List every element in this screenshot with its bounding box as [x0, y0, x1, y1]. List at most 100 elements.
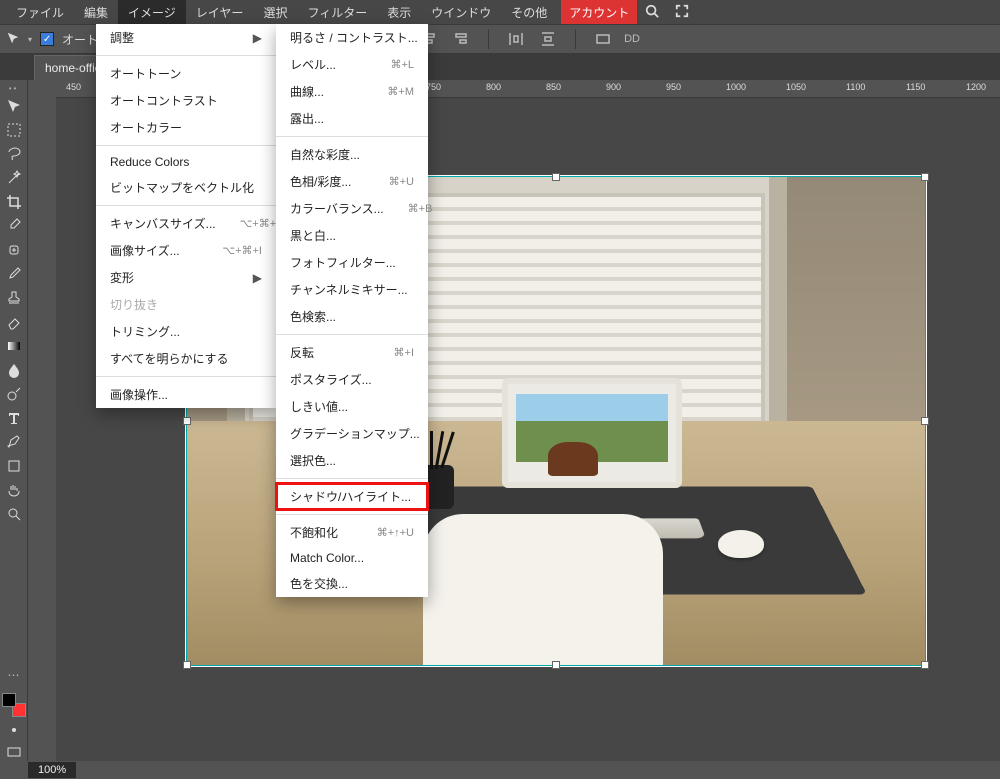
eyedropper-tool[interactable] [2, 214, 26, 238]
menu-item[interactable]: フォトフィルター... [276, 249, 428, 276]
menu-item[interactable]: 調整▶ [96, 24, 276, 51]
menu-item[interactable]: 露出... [276, 105, 428, 132]
distribute-v-icon[interactable] [537, 28, 559, 50]
move-tool[interactable] [2, 94, 26, 118]
menu-window[interactable]: ウインドウ [421, 0, 501, 25]
menu-item: 切り抜き [96, 291, 276, 318]
menu-item[interactable]: 反転⌘+I [276, 339, 428, 366]
vertical-ruler [28, 80, 56, 761]
search-icon[interactable] [637, 0, 667, 25]
menu-item[interactable]: チャンネルミキサー... [276, 276, 428, 303]
eraser-tool[interactable] [2, 310, 26, 334]
transform-handle[interactable] [552, 661, 560, 669]
menu-item[interactable]: すべてを明らかにする [96, 345, 276, 372]
transform-handle[interactable] [921, 173, 929, 181]
menu-item[interactable]: オートトーン [96, 60, 276, 87]
foreground-color-swatch[interactable] [2, 693, 16, 707]
menu-account[interactable]: アカウント [561, 0, 637, 25]
menu-file[interactable]: ファイル [6, 0, 74, 25]
menu-image[interactable]: イメージ [118, 0, 186, 25]
menu-item[interactable]: Reduce Colors [96, 150, 276, 174]
dimensions-icon[interactable] [592, 28, 614, 50]
transform-handle[interactable] [921, 417, 929, 425]
distribute-h-icon[interactable] [505, 28, 527, 50]
transform-handle[interactable] [552, 173, 560, 181]
menu-item[interactable]: 曲線...⌘+M [276, 78, 428, 105]
menu-view[interactable]: 表示 [377, 0, 421, 25]
menu-item[interactable]: オートカラー [96, 114, 276, 141]
menu-item[interactable]: 画像操作... [96, 381, 276, 408]
menu-edit[interactable]: 編集 [74, 0, 118, 25]
menu-layer[interactable]: レイヤー [186, 0, 254, 25]
menu-item[interactable]: しきい値... [276, 393, 428, 420]
color-swatches[interactable] [2, 693, 26, 717]
separator [488, 29, 489, 49]
menu-item[interactable]: 自然な彩度... [276, 141, 428, 168]
dimensions-readout: DD [624, 33, 640, 45]
menu-item[interactable]: 明るさ / コントラスト... [276, 24, 428, 51]
blur-tool[interactable] [2, 358, 26, 382]
menu-select[interactable]: 選択 [253, 0, 297, 25]
wand-tool[interactable] [2, 166, 26, 190]
gradient-tool[interactable] [2, 334, 26, 358]
ruler-label: 1200 [966, 82, 986, 92]
menu-item[interactable]: 画像サイズ...⌥+⌘+I [96, 237, 276, 264]
ruler-label: 850 [546, 82, 561, 92]
quick-mask-toggle[interactable] [2, 721, 26, 739]
transform-handle[interactable] [183, 661, 191, 669]
menu-item[interactable]: カラーバランス...⌘+B [276, 195, 428, 222]
align-right-icon[interactable] [450, 28, 472, 50]
menu-item[interactable]: 不飽和化⌘+↑+U [276, 519, 428, 546]
status-bar: 100% [0, 761, 1000, 779]
transform-handle[interactable] [183, 417, 191, 425]
more-tools-icon[interactable]: ⋯ [2, 663, 26, 687]
ruler-label: 1000 [726, 82, 746, 92]
type-tool[interactable] [2, 406, 26, 430]
auto-select-checkbox[interactable]: ✓ [40, 32, 54, 46]
menu-item[interactable]: オートコントラスト [96, 87, 276, 114]
menu-item-shadow-highlight[interactable]: シャドウ/ハイライト... [276, 483, 428, 510]
rect-select-tool[interactable] [2, 118, 26, 142]
heal-tool[interactable] [2, 238, 26, 262]
brush-tool[interactable] [2, 262, 26, 286]
crop-tool[interactable] [2, 190, 26, 214]
zoom-tool[interactable] [2, 502, 26, 526]
menu-item[interactable]: 選択色... [276, 447, 428, 474]
ruler-label: 800 [486, 82, 501, 92]
menu-item[interactable]: 色を交換... [276, 570, 428, 597]
menu-item[interactable]: トリミング... [96, 318, 276, 345]
menu-item[interactable]: 変形▶ [96, 264, 276, 291]
menu-item[interactable]: Match Color... [276, 546, 428, 570]
menu-item[interactable]: ポスタライズ... [276, 366, 428, 393]
shape-tool[interactable] [2, 454, 26, 478]
move-tool-icon [6, 31, 20, 48]
fullscreen-icon[interactable] [667, 0, 697, 25]
zoom-readout[interactable]: 100% [28, 762, 76, 778]
menu-item[interactable]: ビットマップをベクトル化 [96, 174, 276, 201]
dodge-tool[interactable] [2, 382, 26, 406]
menu-item[interactable]: 色相/彩度...⌘+U [276, 168, 428, 195]
menu-image-dropdown: 調整▶ オートトーンオートコントラストオートカラー Reduce Colorsビット… [96, 24, 276, 408]
separator [575, 29, 576, 49]
transform-handle[interactable] [921, 661, 929, 669]
screen-mode-toggle[interactable] [2, 743, 26, 761]
menu-other[interactable]: その他 [501, 0, 557, 25]
menu-item[interactable]: 色検索... [276, 303, 428, 330]
menu-adjustments-submenu: 明るさ / コントラスト...レベル...⌘+L曲線...⌘+M露出... 自然な… [276, 24, 428, 597]
ruler-label: 750 [426, 82, 441, 92]
menu-item[interactable]: 黒と白... [276, 222, 428, 249]
lasso-tool[interactable] [2, 142, 26, 166]
panel-grip-icon[interactable]: •• [4, 84, 24, 90]
menu-filter[interactable]: フィルター [297, 0, 377, 25]
stamp-tool[interactable] [2, 286, 26, 310]
ruler-label: 1100 [846, 82, 865, 92]
hand-tool[interactable] [2, 478, 26, 502]
pen-tool[interactable] [2, 430, 26, 454]
tool-dropdown-icon[interactable]: ▾ [28, 35, 32, 44]
menu-item[interactable]: グラデーションマップ... [276, 420, 428, 447]
ruler-label: 900 [606, 82, 621, 92]
ruler-label: 450 [66, 82, 81, 92]
menu-item[interactable]: キャンバスサイズ...⌥+⌘+C [96, 210, 276, 237]
menu-item[interactable]: レベル...⌘+L [276, 51, 428, 78]
ruler-label: 950 [666, 82, 681, 92]
